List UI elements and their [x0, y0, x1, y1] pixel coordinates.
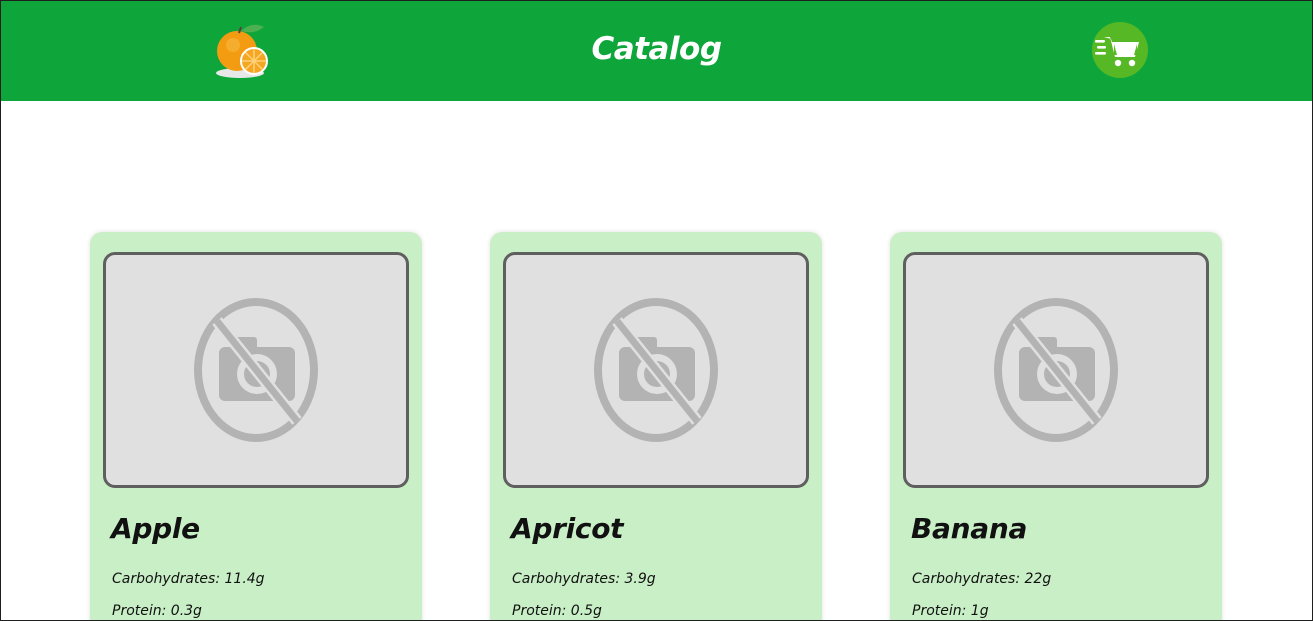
protein-value: Protein: 0.5g [512, 603, 602, 619]
protein-value: Protein: 0.3g [112, 603, 202, 619]
product-image-placeholder [103, 252, 409, 488]
no-camera-icon [194, 298, 318, 442]
cart-button[interactable] [1092, 22, 1148, 78]
header-bar: Catalog [1, 1, 1312, 101]
product-card[interactable]: Apricot Carbohydrates: 3.9g Protein: 0.5… [490, 232, 822, 620]
product-image-placeholder [503, 252, 809, 488]
fast-cart-icon [1095, 37, 1139, 67]
no-camera-icon [994, 298, 1118, 442]
no-camera-icon [594, 298, 718, 442]
product-card[interactable]: Banana Carbohydrates: 22g Protein: 1g [890, 232, 1222, 620]
carbohydrates-value: Carbohydrates: 22g [912, 571, 1052, 587]
carbohydrates-value: Carbohydrates: 11.4g [112, 571, 265, 587]
carbohydrates-value: Carbohydrates: 3.9g [512, 571, 656, 587]
product-card[interactable]: Apple Carbohydrates: 11.4g Protein: 0.3g [90, 232, 422, 620]
protein-value: Protein: 1g [912, 603, 989, 619]
product-name: Apple [111, 512, 200, 545]
product-name: Apricot [511, 512, 624, 545]
product-name: Banana [911, 512, 1028, 545]
catalog-page: Catalog Apple Carbohydrates: 11.4g Prote… [0, 0, 1313, 621]
product-image-placeholder [903, 252, 1209, 488]
